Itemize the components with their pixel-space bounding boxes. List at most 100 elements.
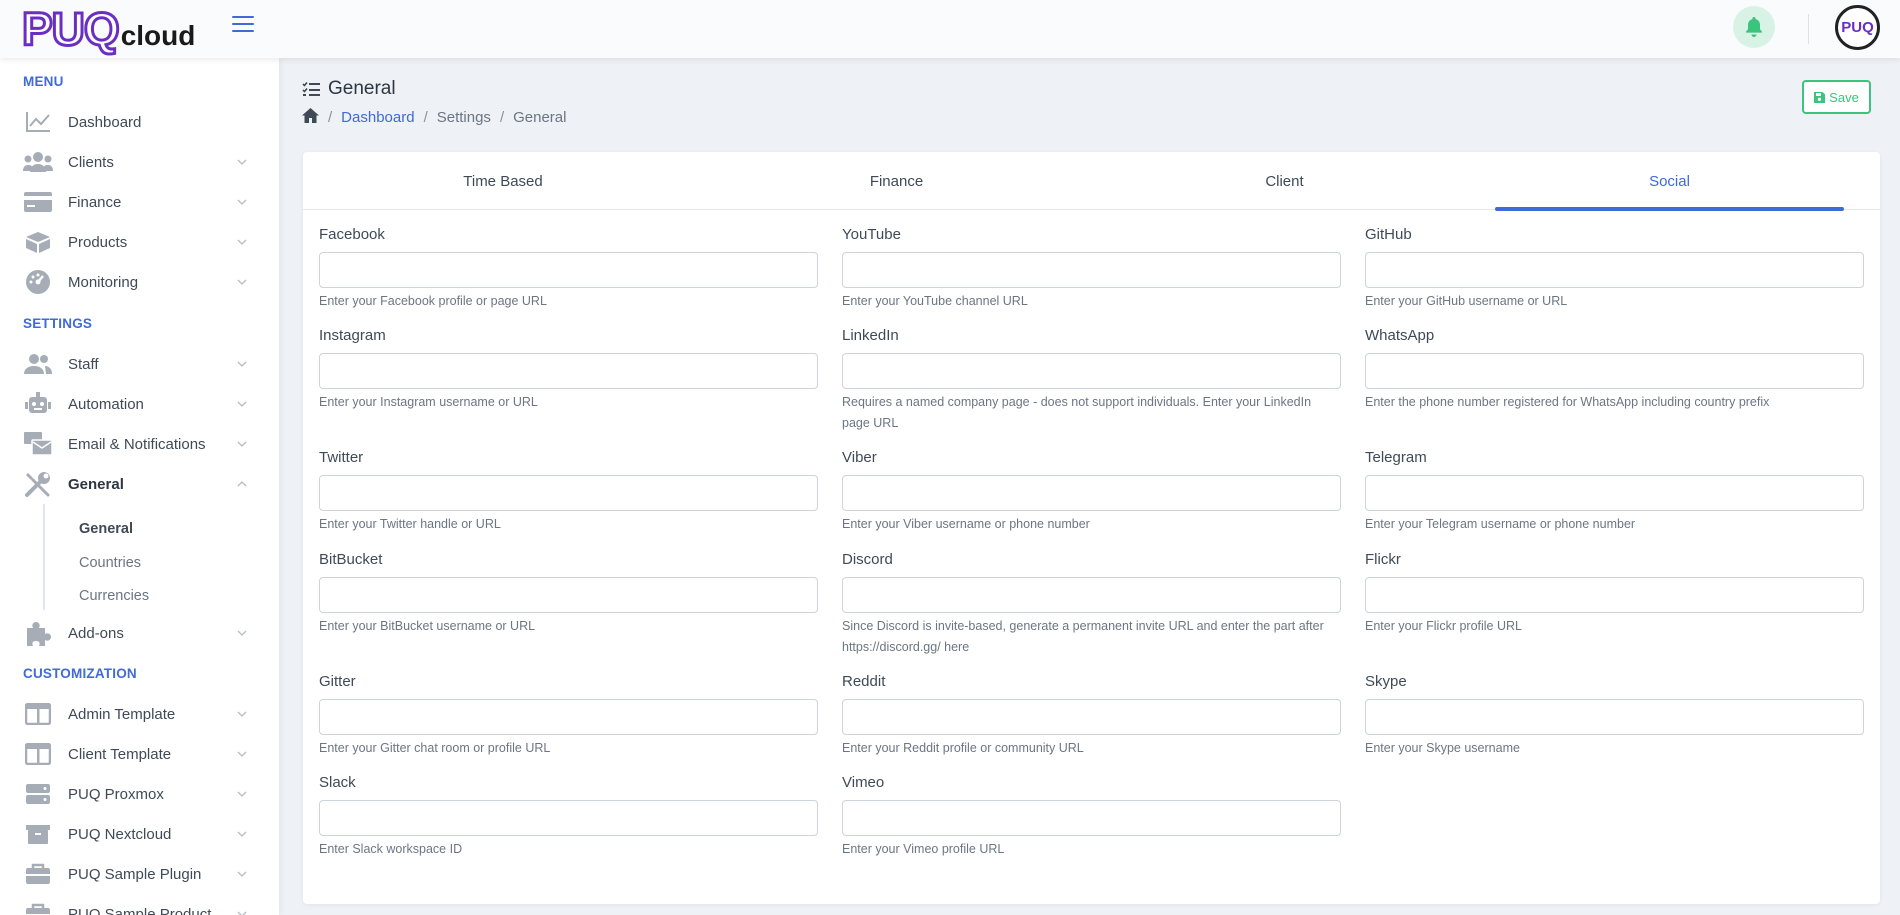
gitter-input[interactable] — [319, 699, 818, 735]
sidebar-item-email-notifications[interactable]: Email & Notifications — [23, 428, 248, 460]
breadcrumb-separator: / — [499, 109, 505, 126]
sidebar-item-puq-sample-product[interactable]: PUQ Sample Product — [23, 898, 248, 915]
save-button[interactable]: Save — [1802, 80, 1871, 114]
sidebar-subitem-currencies[interactable]: Currencies — [79, 588, 149, 604]
sidebar-item-label: PUQ Nextcloud — [68, 825, 172, 843]
field-slack: Slack Enter Slack workspace ID — [319, 773, 818, 860]
tab-finance[interactable]: Finance — [703, 152, 1090, 210]
sidebar-item-puq-sample-plugin[interactable]: PUQ Sample Plugin — [23, 858, 248, 890]
page-title-text: General — [328, 78, 396, 99]
youtube-input[interactable] — [842, 252, 1341, 288]
sidebar-item-monitoring[interactable]: Monitoring — [23, 266, 248, 298]
whatsapp-input[interactable] — [1365, 353, 1864, 389]
field-help: Enter your GitHub username or URL — [1365, 294, 1568, 308]
top-header: PUQ cloud PUQ — [0, 0, 1900, 58]
section-menu: MENU — [23, 74, 64, 89]
box-open-icon — [23, 820, 53, 848]
sidebar-item-finance[interactable]: Finance — [23, 186, 248, 218]
field-twitter: Twitter Enter your Twitter handle or URL — [319, 448, 818, 535]
reddit-input[interactable] — [842, 699, 1341, 735]
page-title: General — [302, 78, 396, 100]
breadcrumb-separator: / — [423, 109, 428, 126]
robot-icon — [23, 390, 53, 418]
sidebar-item-admin-template[interactable]: Admin Template — [23, 698, 248, 730]
sidebar-item-puq-nextcloud[interactable]: PUQ Nextcloud — [23, 818, 248, 850]
field-label: Slack — [319, 774, 356, 791]
field-github: GitHub Enter your GitHub username or URL — [1365, 225, 1864, 312]
field-label: Flickr — [1365, 551, 1401, 568]
field-telegram: Telegram Enter your Telegram username or… — [1365, 448, 1864, 535]
slack-input[interactable] — [319, 800, 818, 836]
sidebar-item-label: Email & Notifications — [68, 435, 206, 453]
chevron-up-icon — [236, 478, 248, 490]
bitbucket-input[interactable] — [319, 577, 818, 613]
field-label: BitBucket — [319, 551, 383, 568]
chart-line-icon — [23, 108, 53, 136]
field-help: Enter your Facebook profile or page URL — [319, 294, 547, 308]
tab-client[interactable]: Client — [1090, 152, 1479, 210]
sidebar-item-label: Products — [68, 233, 128, 251]
field-help: Enter your Vimeo profile URL — [842, 842, 1005, 856]
telegram-input[interactable] — [1365, 475, 1864, 511]
field-help: Enter Slack workspace ID — [319, 842, 463, 856]
tools-icon — [23, 470, 53, 498]
briefcase-icon — [23, 900, 53, 915]
server-icon — [23, 780, 53, 808]
settings-card: Time Based Finance Client Social Faceboo… — [303, 152, 1880, 904]
sidebar-item-label: Automation — [68, 395, 144, 413]
skype-input[interactable] — [1365, 699, 1864, 735]
sidebar-item-general[interactable]: General — [23, 468, 248, 500]
viber-input[interactable] — [842, 475, 1341, 511]
home-icon[interactable] — [302, 108, 319, 127]
tasks-list-icon — [302, 81, 320, 97]
sidebar-item-products[interactable]: Products — [23, 226, 248, 258]
breadcrumb: / Dashboard / Settings / General — [302, 108, 566, 127]
field-label: Facebook — [319, 226, 385, 243]
field-help: Enter your Reddit profile or community U… — [842, 741, 1084, 755]
sidebar-item-label: Dashboard — [68, 113, 142, 131]
sidebar-item-dashboard[interactable]: Dashboard — [23, 106, 248, 138]
sidebar-item-staff[interactable]: Staff — [23, 348, 248, 380]
sidebar-subitem-countries[interactable]: Countries — [79, 555, 141, 571]
field-skype: Skype Enter your Skype username — [1365, 672, 1864, 759]
linkedin-input[interactable] — [842, 353, 1341, 389]
sidebar-item-label: Client Template — [68, 745, 172, 763]
sidebar-item-client-template[interactable]: Client Template — [23, 738, 248, 770]
field-help: Enter your Flickr profile URL — [1365, 619, 1522, 633]
hamburger-menu-icon[interactable] — [232, 16, 254, 34]
chevron-down-icon — [236, 236, 248, 248]
breadcrumb-dashboard[interactable]: Dashboard — [341, 109, 414, 126]
instagram-input[interactable] — [319, 353, 818, 389]
sidebar-item-label: PUQ Proxmox — [68, 785, 164, 803]
facebook-input[interactable] — [319, 252, 818, 288]
discord-input[interactable] — [842, 577, 1341, 613]
field-discord: Discord Since Discord is invite-based, g… — [842, 550, 1341, 658]
sidebar-subitem-general[interactable]: General — [79, 521, 133, 537]
vimeo-input[interactable] — [842, 800, 1341, 836]
field-youtube: YouTube Enter your YouTube channel URL — [842, 225, 1341, 312]
sidebar-item-puq-proxmox[interactable]: PUQ Proxmox — [23, 778, 248, 810]
notifications-bell-icon[interactable] — [1733, 6, 1775, 48]
chevron-down-icon — [236, 398, 248, 410]
breadcrumb-separator: / — [328, 109, 333, 126]
chevron-down-icon — [236, 908, 248, 915]
credit-card-icon — [23, 188, 53, 216]
flickr-input[interactable] — [1365, 577, 1864, 613]
field-help: Requires a named company page - does not… — [842, 395, 1312, 430]
sidebar-item-automation[interactable]: Automation — [23, 388, 248, 420]
field-label: Reddit — [842, 673, 886, 690]
submenu-line — [43, 504, 45, 610]
user-avatar[interactable]: PUQ — [1835, 5, 1880, 50]
logo[interactable]: PUQ cloud — [21, 5, 196, 54]
twitter-input[interactable] — [319, 475, 818, 511]
sidebar-item-add-ons[interactable]: Add-ons — [23, 617, 248, 649]
sidebar-item-clients[interactable]: Clients — [23, 146, 248, 178]
section-customization: CUSTOMIZATION — [23, 666, 137, 681]
logo-cloud: cloud — [120, 20, 196, 51]
tab-time-based[interactable]: Time Based — [303, 152, 703, 210]
field-whatsapp: WhatsApp Enter the phone number register… — [1365, 326, 1864, 413]
github-input[interactable] — [1365, 252, 1864, 288]
field-instagram: Instagram Enter your Instagram username … — [319, 326, 818, 413]
tab-social[interactable]: Social — [1495, 152, 1844, 211]
sidebar-item-label: Add-ons — [68, 624, 124, 642]
